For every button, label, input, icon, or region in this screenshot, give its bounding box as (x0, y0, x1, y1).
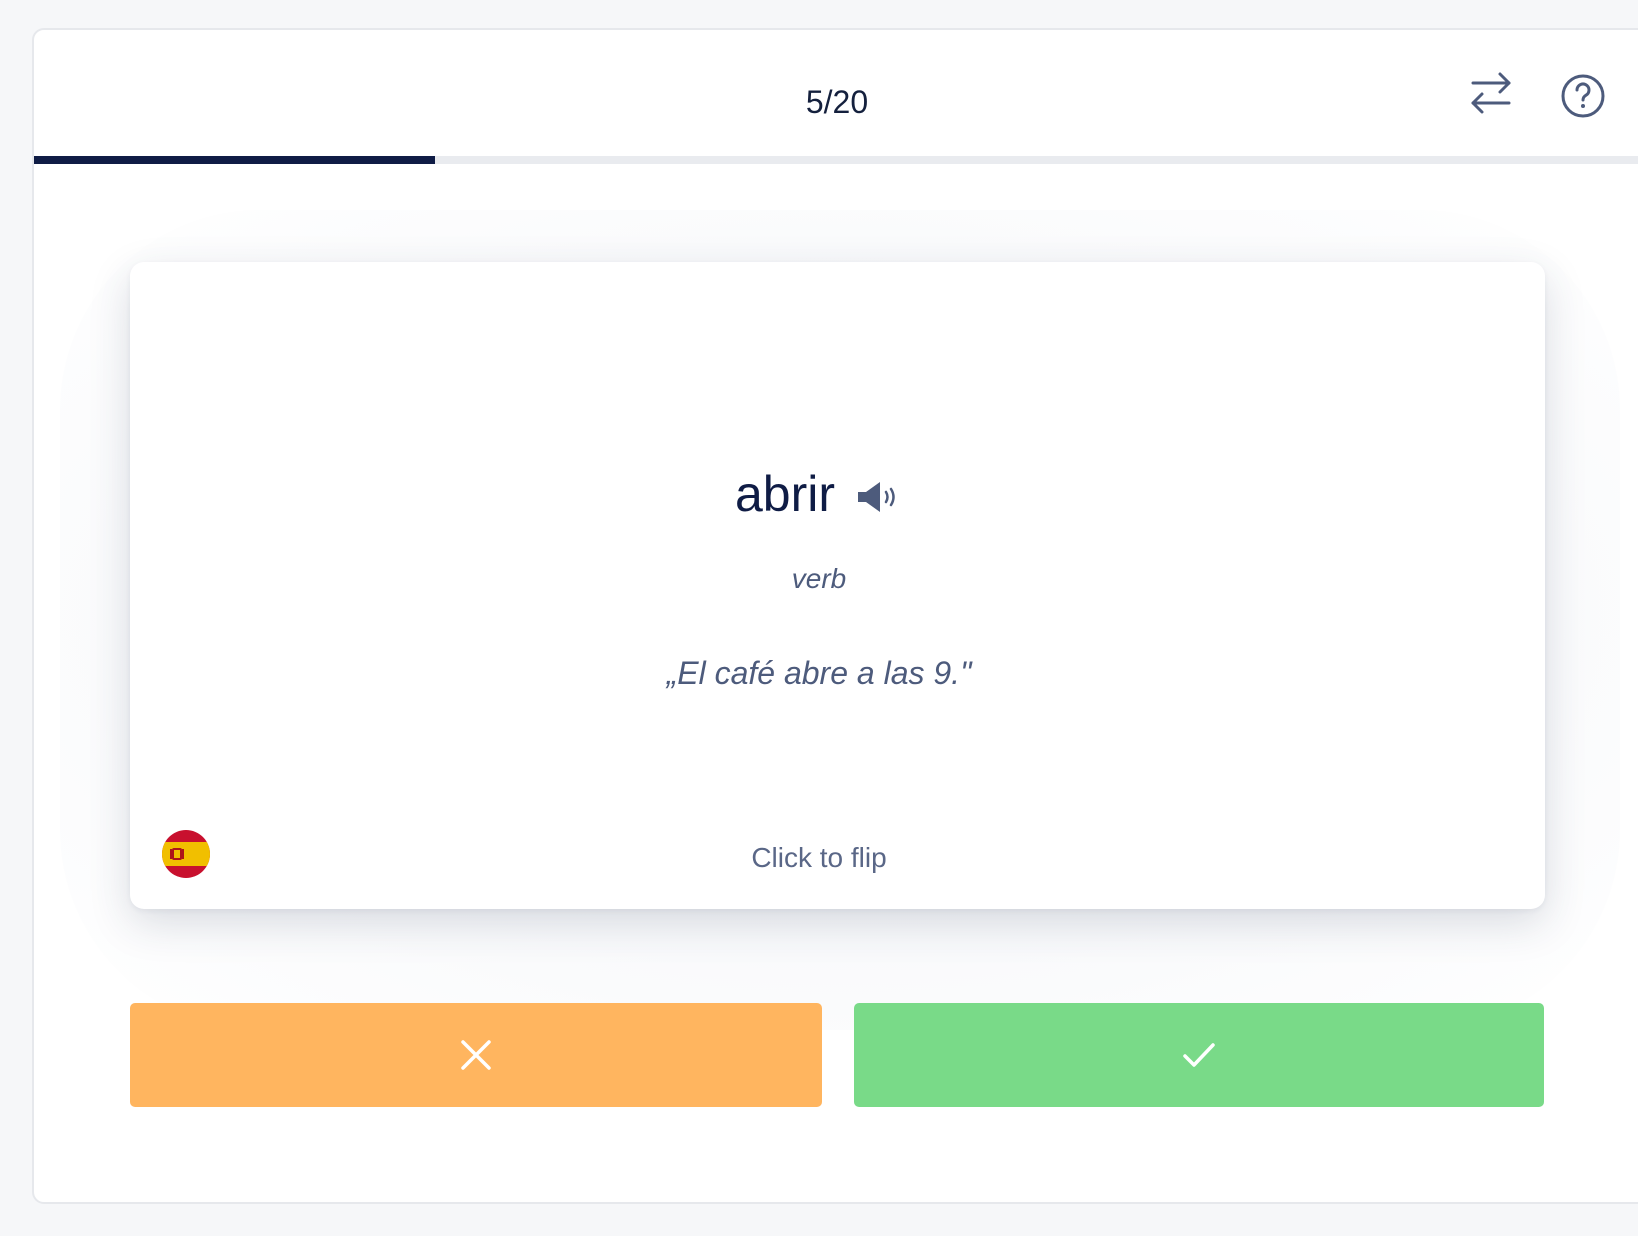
card-counter: 5/20 (805, 84, 869, 120)
swap-arrows-icon (1471, 72, 1511, 114)
pronunciation-button[interactable] (855, 477, 903, 517)
swap-direction-button[interactable] (1463, 65, 1519, 121)
close-icon (461, 1040, 491, 1070)
wrong-answer-button[interactable] (130, 1003, 822, 1107)
right-answer-button[interactable] (854, 1003, 1544, 1107)
progress-bar (34, 156, 1638, 164)
flip-hint: Click to flip (751, 842, 887, 873)
example-sentence: „El café abre a las 9." (666, 655, 972, 691)
progress-bar-fill (34, 156, 435, 164)
checkmark-icon (1183, 1043, 1215, 1067)
word-row: abrir (0, 463, 1638, 525)
help-button[interactable] (1555, 68, 1611, 124)
part-of-speech: verb (791, 563, 847, 594)
flashcard-word: abrir (734, 466, 836, 522)
help-circle-icon (1561, 74, 1605, 118)
speaker-icon (858, 482, 895, 512)
spain-flag-icon (162, 830, 210, 878)
